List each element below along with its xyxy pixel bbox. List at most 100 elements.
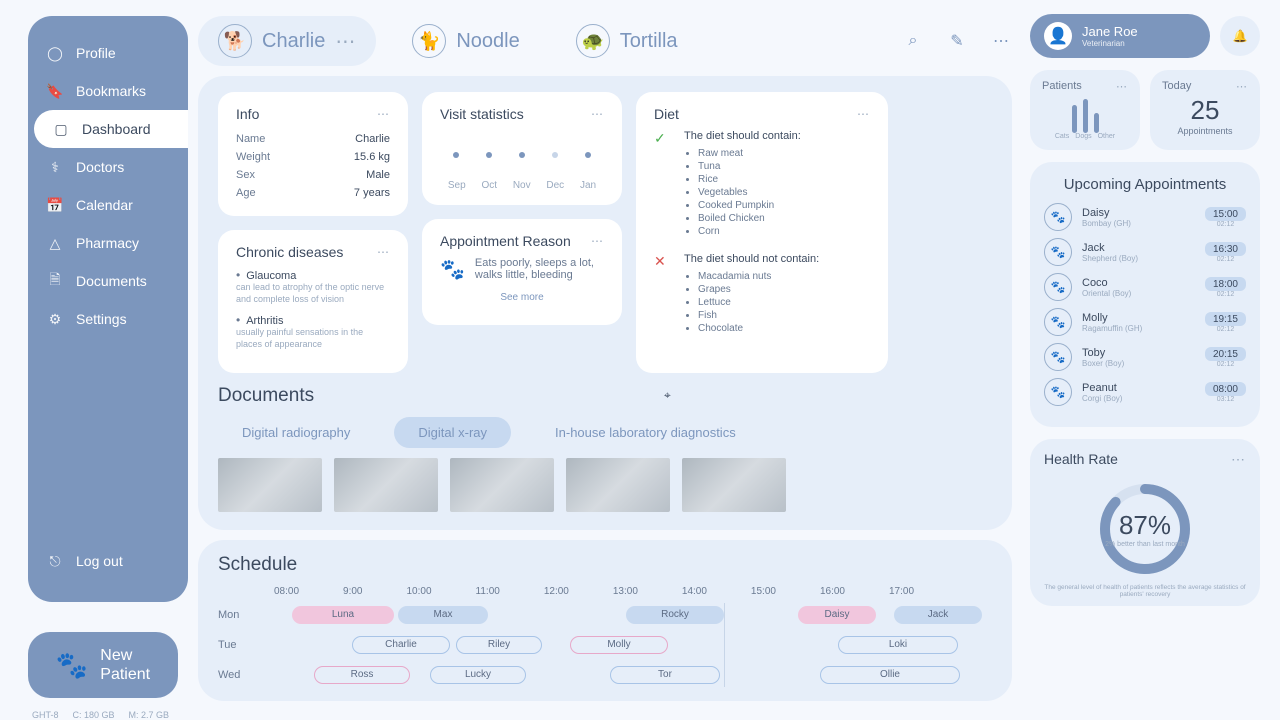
schedule-appt[interactable]: Ollie xyxy=(820,666,960,684)
see-more-link[interactable]: See more xyxy=(440,292,604,303)
xray-thumb[interactable] xyxy=(682,458,786,512)
card-menu-icon[interactable]: ⋯ xyxy=(377,245,390,259)
main: 🐕Charlie⋯ 🐈Noodle 🐢Tortilla ⌕ ✎ ⋯ Info⋯ … xyxy=(190,0,1030,720)
nav-profile[interactable]: ◯Profile xyxy=(28,34,188,72)
visit-dot xyxy=(453,152,459,158)
schedule-appt[interactable]: Max xyxy=(398,606,488,624)
pet-icon: 🐾 xyxy=(1044,343,1072,371)
schedule-appt[interactable]: Loki xyxy=(838,636,958,654)
card-menu-icon[interactable]: ⋯ xyxy=(377,107,390,121)
gear-icon: ⚙ xyxy=(46,310,64,328)
upcoming-item[interactable]: 🐾JackShepherd (Boy)16:3002:12 xyxy=(1044,238,1246,266)
info-row: NameCharlie xyxy=(236,130,390,148)
schedule-appt[interactable]: Ross xyxy=(314,666,410,684)
user-menu[interactable]: 👤 Jane RoeVeterinarian xyxy=(1030,14,1210,58)
sidebar: ◯Profile 🔖Bookmarks ▢Dashboard ⚕Doctors … xyxy=(0,0,190,720)
pharmacy-icon: △ xyxy=(46,234,64,252)
nav-bookmarks[interactable]: 🔖Bookmarks xyxy=(28,72,188,110)
info-row: SexMale xyxy=(236,166,390,184)
logout-button[interactable]: ⎋Log out xyxy=(28,538,188,584)
card-menu-icon[interactable]: ⋯ xyxy=(591,234,604,248)
tab-noodle[interactable]: 🐈Noodle xyxy=(392,16,539,66)
doc-tab-xray[interactable]: Digital x-ray xyxy=(394,417,511,448)
schedule-appt[interactable]: Luna xyxy=(292,606,394,624)
schedule-appt[interactable]: Tor xyxy=(610,666,720,684)
paw-icon: 🐾 xyxy=(440,257,465,282)
more-icon[interactable]: ⋯ xyxy=(990,30,1012,52)
edit-icon[interactable]: ✎ xyxy=(946,30,968,52)
pet-icon: 🐾 xyxy=(1044,203,1072,231)
schedule-appt[interactable]: Molly xyxy=(570,636,668,654)
nav-calendar[interactable]: 📅Calendar xyxy=(28,186,188,224)
visit-card: Visit statistics⋯ SepOctNovDecJan xyxy=(422,92,622,205)
schedule-appt[interactable]: Lucky xyxy=(430,666,526,684)
mini-bar xyxy=(1083,99,1088,133)
schedule-row: MonLunaMaxRockyDaisyJack xyxy=(218,603,992,627)
pet-icon: 🐾 xyxy=(1044,238,1072,266)
xray-thumb[interactable] xyxy=(450,458,554,512)
sidebar-nav: ◯Profile 🔖Bookmarks ▢Dashboard ⚕Doctors … xyxy=(28,16,188,602)
upcoming-item[interactable]: 🐾MollyRagamuffin (GH)19:1502:12 xyxy=(1044,308,1246,336)
turtle-icon: 🐢 xyxy=(576,24,610,58)
nav-dashboard[interactable]: ▢Dashboard xyxy=(34,110,188,148)
xray-thumb[interactable] xyxy=(218,458,322,512)
diet-card: Diet⋯ ✓The diet should contain:Raw meatT… xyxy=(636,92,888,373)
pet-icon: 🐾 xyxy=(1044,273,1072,301)
schedule-section: Schedule 08:009:0010:0011:0012:0013:0014… xyxy=(198,540,1012,701)
notifications-button[interactable]: 🔔 xyxy=(1220,16,1260,56)
schedule-appt[interactable]: Jack xyxy=(894,606,982,624)
doc-tab-lab[interactable]: In-house laboratory diagnostics xyxy=(531,417,760,448)
card-menu-icon[interactable]: ⋯ xyxy=(591,107,604,121)
card-menu-icon[interactable]: ⋯ xyxy=(857,107,870,121)
calendar-icon: 📅 xyxy=(46,196,64,214)
doctor-icon: ⚕ xyxy=(46,158,64,176)
reason-card: Appointment Reason⋯ 🐾Eats poorly, sleeps… xyxy=(422,219,622,325)
bell-icon: 🔔 xyxy=(1233,29,1248,43)
schedule-row: WedRossLuckyTorOllie xyxy=(218,663,992,687)
doc-tab-radiography[interactable]: Digital radiography xyxy=(218,417,374,448)
upcoming-item[interactable]: 🐾TobyBoxer (Boy)20:1502:12 xyxy=(1044,343,1246,371)
tab-charlie[interactable]: 🐕Charlie⋯ xyxy=(198,16,376,66)
bookmark-icon: 🔖 xyxy=(46,82,64,100)
schedule-appt[interactable]: Daisy xyxy=(798,606,876,624)
upcoming-item[interactable]: 🐾PeanutCorgi (Boy)08:0003:12 xyxy=(1044,378,1246,406)
mini-bar xyxy=(1094,113,1099,133)
logout-icon: ⎋ xyxy=(46,552,64,570)
tab-tortilla[interactable]: 🐢Tortilla xyxy=(556,16,698,66)
patients-mini-card: Patients⋯ CatsDogsOther xyxy=(1030,70,1140,150)
chronic-item: Arthritisusually painful sensations in t… xyxy=(236,313,390,350)
schedule-appt[interactable]: Rocky xyxy=(626,606,724,624)
card-menu-icon[interactable]: ⋯ xyxy=(1116,80,1128,93)
documents-section: Documents Digital radiography Digital x-… xyxy=(218,385,992,512)
schedule-row: TueCharlieRileyMollyLoki xyxy=(218,633,992,657)
tab-menu-icon[interactable]: ⋯ xyxy=(335,29,356,54)
upcoming-item[interactable]: 🐾CocoOriental (Boy)18:0002:12 xyxy=(1044,273,1246,301)
nav-pharmacy[interactable]: △Pharmacy xyxy=(28,224,188,262)
health-rate-panel: Health Rate⋯ 87%2% better than last mont… xyxy=(1030,439,1260,606)
xray-thumb[interactable] xyxy=(566,458,670,512)
paw-icon: 🐾 xyxy=(56,650,88,681)
chronic-item: Glaucomacan lead to atrophy of the optic… xyxy=(236,268,390,305)
documents-icon: 🗎 xyxy=(46,272,64,290)
search-icon[interactable]: ⌕ xyxy=(902,30,924,52)
visit-dot xyxy=(519,152,525,158)
nav-documents[interactable]: 🗎Documents xyxy=(28,262,188,300)
schedule-appt[interactable]: Riley xyxy=(456,636,542,654)
chronic-card: Chronic diseases⋯ Glaucomacan lead to at… xyxy=(218,230,408,373)
card-menu-icon[interactable]: ⋯ xyxy=(1236,80,1248,93)
card-menu-icon[interactable]: ⋯ xyxy=(1231,451,1246,468)
visit-dot xyxy=(585,152,591,158)
cat-icon: 🐈 xyxy=(412,24,446,58)
nav-settings[interactable]: ⚙Settings xyxy=(28,300,188,338)
new-patient-button[interactable]: 🐾 NewPatient xyxy=(28,632,178,698)
nav-doctors[interactable]: ⚕Doctors xyxy=(28,148,188,186)
overview-panel: Info⋯ NameCharlieWeight15.6 kgSexMaleAge… xyxy=(198,76,1012,530)
schedule-appt[interactable]: Charlie xyxy=(352,636,450,654)
xray-thumb[interactable] xyxy=(334,458,438,512)
footer-info: GHT-8C: 180 GBM: 2.7 GB xyxy=(28,710,190,720)
dashboard-icon: ▢ xyxy=(52,120,70,138)
pet-icon: 🐾 xyxy=(1044,308,1072,336)
mini-bar xyxy=(1072,105,1077,133)
info-row: Age7 years xyxy=(236,184,390,202)
upcoming-item[interactable]: 🐾DaisyBombay (GH)15:0002:12 xyxy=(1044,203,1246,231)
